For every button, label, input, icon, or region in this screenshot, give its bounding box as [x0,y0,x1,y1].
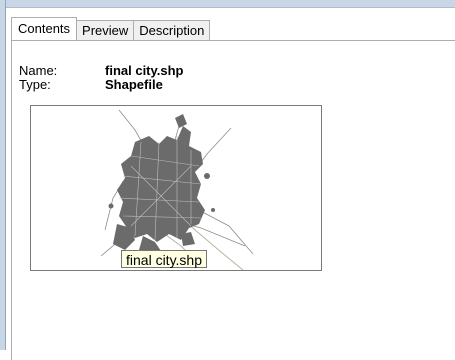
tab-strip: Contents Preview Description [11,17,211,40]
name-value: final city.shp [105,63,184,78]
tab-contents[interactable]: Contents [11,17,78,40]
name-row: Name: final city.shp [19,63,184,78]
type-value: Shapefile [105,77,163,92]
name-label: Name: [19,63,58,78]
window-top-border [0,0,455,8]
type-row: Type: Shapefile [19,77,163,92]
map-thumbnail[interactable] [30,105,322,271]
type-label: Type: [19,77,51,92]
tab-preview[interactable]: Preview [76,20,135,40]
window-left-border [0,0,6,350]
tab-description[interactable]: Description [133,20,211,40]
map-thumbnail-icon [100,109,254,270]
thumbnail-caption: final city.shp [121,250,207,268]
